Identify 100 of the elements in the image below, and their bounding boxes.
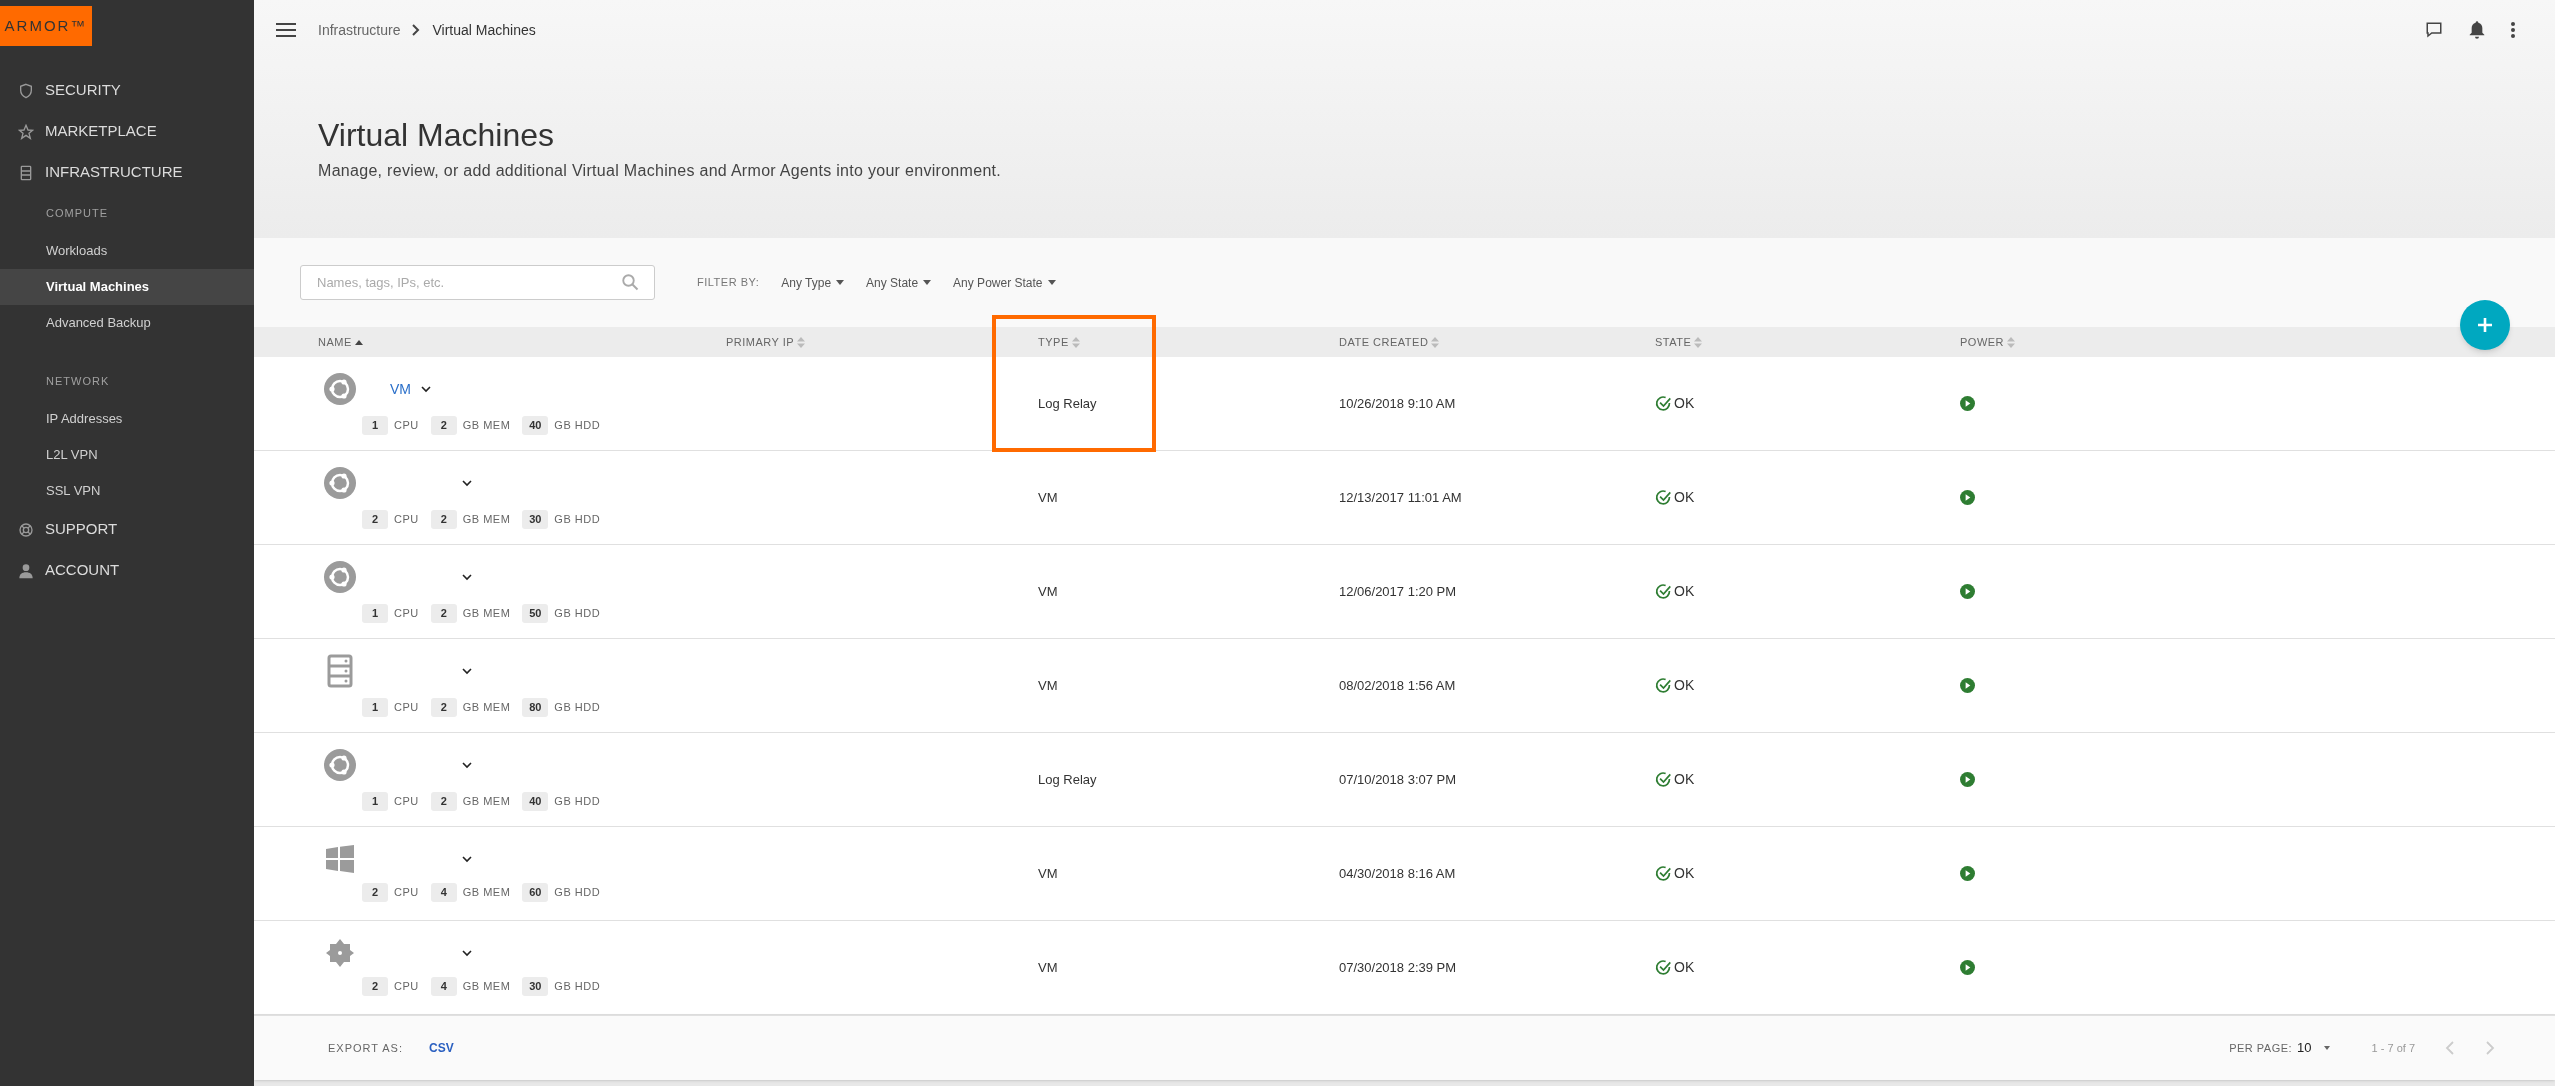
- spec-unit: GB HDD: [554, 606, 601, 622]
- table-cell-text: Log Relay: [1038, 394, 1098, 413]
- play-circle-icon[interactable]: [1960, 490, 1975, 505]
- column-header[interactable]: STATE: [1655, 333, 1692, 351]
- shield-icon: [18, 82, 34, 99]
- spec-value: 40: [522, 416, 549, 435]
- nav-item[interactable]: SECURITY: [0, 70, 254, 111]
- nav-subitem[interactable]: L2L VPN: [0, 437, 254, 473]
- chevron-down-icon[interactable]: [462, 479, 472, 487]
- table-cell-text: 10/26/2018 9:10 AM: [1339, 394, 1457, 413]
- csv-link[interactable]: CSV: [429, 1039, 454, 1057]
- per-page-label: PER PAGE:: [2229, 1040, 2293, 1056]
- user-icon: [18, 562, 34, 579]
- spec-unit: GB MEM: [462, 885, 511, 901]
- spec-unit: GB MEM: [462, 512, 511, 528]
- server-icon: [18, 164, 34, 181]
- chevron-right-icon: [412, 24, 421, 36]
- star-icon: [18, 123, 34, 140]
- state-label: OK: [1674, 488, 1695, 507]
- spec-value: 1: [362, 416, 388, 435]
- chevron-down-icon[interactable]: [462, 761, 472, 769]
- spec-unit: GB HDD: [554, 700, 601, 716]
- spec-unit: CPU: [394, 512, 419, 528]
- play-circle-icon[interactable]: [1960, 960, 1975, 975]
- play-circle-icon[interactable]: [1960, 584, 1975, 599]
- spec-unit: CPU: [394, 418, 419, 434]
- more-options-icon[interactable]: [2511, 22, 2515, 38]
- nav-item[interactable]: SUPPORT: [0, 509, 254, 550]
- nav-section-heading: NETWORK: [45, 373, 111, 389]
- spec-value: 30: [522, 977, 549, 996]
- table-cell-text: VM: [1038, 864, 1059, 883]
- play-circle-icon[interactable]: [1960, 678, 1975, 693]
- column-header[interactable]: DATE CREATED: [1339, 333, 1429, 351]
- table-cell-text: VM: [1038, 676, 1059, 695]
- nav-subitem[interactable]: Workloads: [0, 233, 254, 269]
- chevron-down-icon[interactable]: [421, 385, 431, 393]
- lifebuoy-icon: [18, 521, 34, 538]
- filter-dropdown[interactable]: Any Power State: [953, 273, 1056, 292]
- spec-value: 1: [362, 792, 388, 811]
- spec-unit: GB MEM: [462, 794, 511, 810]
- nav-subitem[interactable]: IP Addresses: [0, 401, 254, 437]
- spec-value: 2: [430, 604, 457, 623]
- chevron-down-icon[interactable]: [462, 949, 472, 957]
- menu-icon[interactable]: [276, 22, 296, 38]
- spec-unit: GB MEM: [462, 700, 511, 716]
- spec-value: 2: [362, 977, 388, 996]
- nav-subitem[interactable]: Advanced Backup: [0, 305, 254, 341]
- spec-value: 4: [430, 883, 457, 902]
- chat-icon[interactable]: [2425, 21, 2443, 39]
- table-cell-text: 07/30/2018 2:39 PM: [1339, 958, 1458, 977]
- spec-value: 40: [522, 792, 549, 811]
- chevron-down-icon[interactable]: [462, 855, 472, 863]
- play-circle-icon[interactable]: [1960, 396, 1975, 411]
- spec-value: 2: [362, 883, 388, 902]
- play-circle-icon[interactable]: [1960, 866, 1975, 881]
- nav-item[interactable]: INFRASTRUCTURE: [0, 152, 254, 193]
- nav-item[interactable]: ACCOUNT: [0, 550, 254, 591]
- bell-icon[interactable]: [2469, 21, 2485, 39]
- spec-value: 2: [362, 510, 388, 529]
- spec-unit: CPU: [394, 794, 419, 810]
- spec-unit: GB MEM: [462, 606, 511, 622]
- search-field[interactable]: Names, tags, IPs, etc.: [300, 265, 655, 300]
- breadcrumb-item[interactable]: Infrastructure: [318, 19, 401, 41]
- column-header[interactable]: PRIMARY IP: [726, 333, 795, 351]
- spec-value: 80: [522, 698, 549, 717]
- spec-unit: CPU: [394, 700, 419, 716]
- table-cell-text: VM: [1038, 488, 1059, 507]
- sort-ascending-icon[interactable]: [354, 339, 363, 345]
- state-label: OK: [1674, 394, 1695, 413]
- filter-label: FILTER BY:: [697, 275, 760, 291]
- spec-unit: GB HDD: [554, 979, 601, 995]
- column-header[interactable]: NAME: [318, 333, 352, 351]
- chevron-down-icon[interactable]: [462, 667, 472, 675]
- nav-subitem[interactable]: Virtual Machines: [0, 269, 254, 305]
- column-header[interactable]: POWER: [1960, 333, 2005, 351]
- column-header[interactable]: TYPE: [1038, 333, 1069, 351]
- logo: ARMOR™: [0, 6, 92, 46]
- page-subtitle: Manage, review, or add additional Virtual Machines and Armor Agents into your environment.: [318, 161, 1003, 181]
- spec-value: 4: [430, 977, 457, 996]
- check-circle-icon: [1655, 583, 1672, 600]
- per-page-dropdown[interactable]: 10: [2297, 1038, 2330, 1058]
- nav-section-heading: COMPUTE: [45, 205, 109, 221]
- check-circle-icon: [1655, 771, 1672, 788]
- caret-down-icon: [1047, 280, 1056, 285]
- chevron-down-icon[interactable]: [462, 573, 472, 581]
- filter-dropdown[interactable]: Any State: [866, 273, 932, 292]
- table-cell-text: 07/10/2018 3:07 PM: [1339, 770, 1458, 789]
- spec-value: 2: [430, 792, 457, 811]
- filter-dropdown[interactable]: Any Type: [781, 273, 845, 292]
- nav-subitem[interactable]: SSL VPN: [0, 473, 254, 509]
- spec-unit: GB MEM: [462, 418, 511, 434]
- spec-unit: CPU: [394, 979, 419, 995]
- vm-name-link[interactable]: VM: [390, 378, 411, 400]
- page-title: Virtual Machines: [318, 116, 555, 155]
- caret-down-icon: [2323, 1046, 2330, 1050]
- state-label: OK: [1674, 676, 1695, 695]
- nav-item[interactable]: MARKETPLACE: [0, 111, 254, 152]
- play-circle-icon[interactable]: [1960, 772, 1975, 787]
- table-cell-text: 12/06/2017 1:20 PM: [1339, 582, 1458, 601]
- check-circle-icon: [1655, 677, 1672, 694]
